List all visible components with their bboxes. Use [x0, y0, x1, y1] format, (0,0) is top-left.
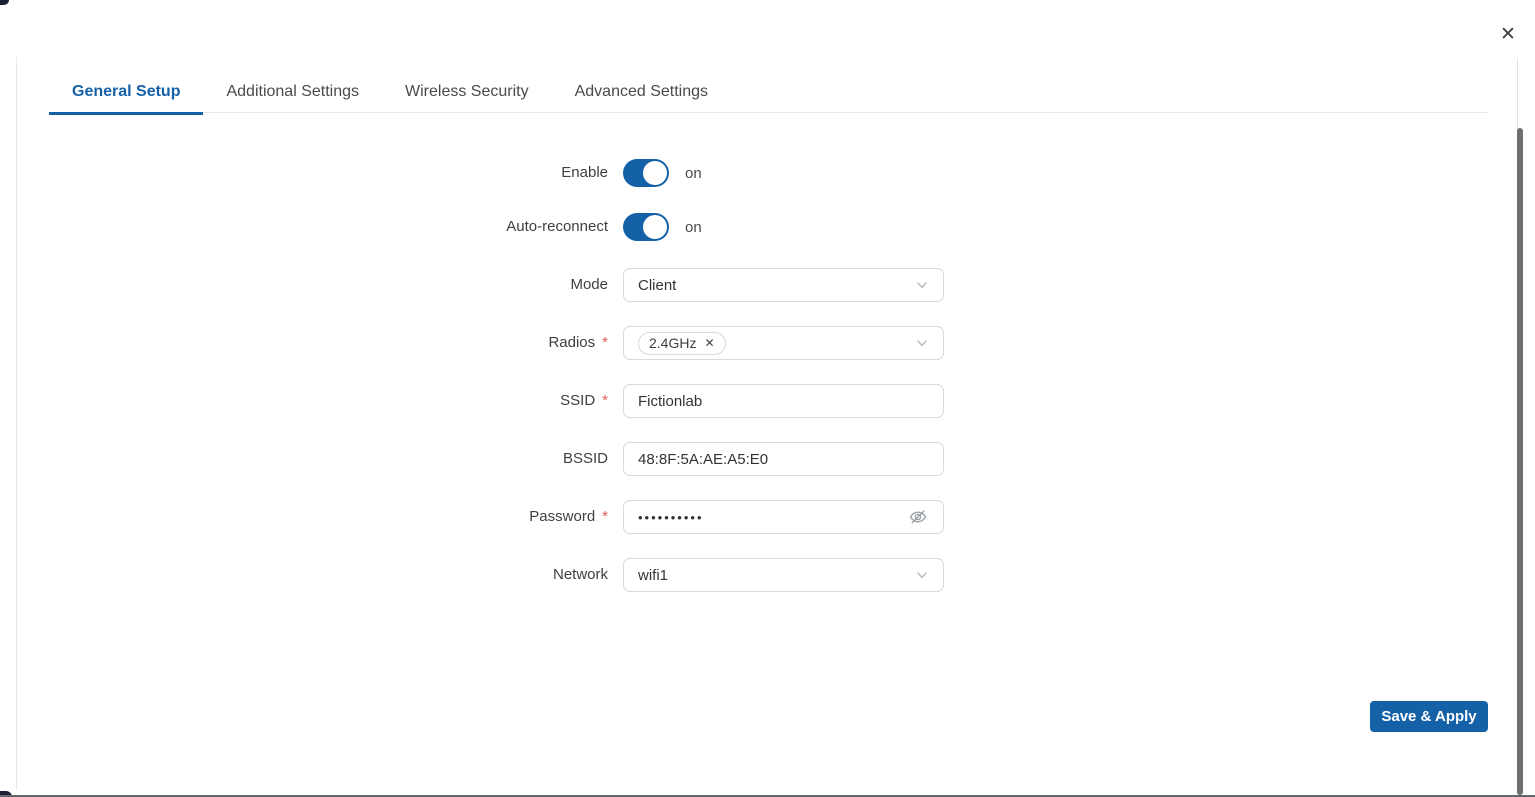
chevron-down-icon: [915, 336, 929, 350]
scrollbar-thumb[interactable]: [1517, 128, 1523, 795]
tab-bar: General Setup Additional Settings Wirele…: [49, 71, 1489, 113]
enable-label: Enable: [0, 163, 608, 183]
mode-label: Mode: [0, 275, 608, 295]
close-icon[interactable]: ✕: [1495, 21, 1521, 47]
tab-wireless-security[interactable]: Wireless Security: [382, 71, 552, 113]
eye-off-icon: [907, 508, 929, 526]
radios-multiselect[interactable]: 2.4GHz ✕: [623, 326, 944, 360]
radios-row: 2.4GHz ✕: [623, 326, 944, 360]
password-input[interactable]: [638, 501, 907, 533]
enable-row: on: [623, 159, 702, 187]
bssid-row: [623, 442, 944, 476]
mode-selected-value: Client: [638, 277, 676, 294]
tab-additional-settings[interactable]: Additional Settings: [203, 71, 382, 113]
password-field-wrap: [623, 500, 944, 534]
chevron-down-icon: [915, 568, 929, 582]
enable-state-text: on: [685, 165, 702, 182]
ssid-input[interactable]: [638, 385, 929, 417]
auto-reconnect-row: on: [623, 213, 702, 241]
password-visibility-toggle[interactable]: [907, 508, 929, 526]
bssid-field-wrap: [623, 442, 944, 476]
auto-reconnect-toggle[interactable]: [623, 213, 669, 241]
bssid-label: BSSID: [0, 449, 608, 469]
required-asterisk: *: [602, 334, 608, 351]
mode-select[interactable]: Client: [623, 268, 944, 302]
auto-reconnect-state-text: on: [685, 219, 702, 236]
radio-tag-label: 2.4GHz: [649, 335, 696, 351]
bssid-input[interactable]: [638, 443, 929, 475]
tab-general-setup[interactable]: General Setup: [49, 71, 203, 113]
required-asterisk: *: [602, 392, 608, 409]
tab-advanced-settings[interactable]: Advanced Settings: [552, 71, 731, 113]
tag-remove-icon[interactable]: ✕: [704, 337, 714, 349]
network-row: wifi1: [623, 558, 944, 592]
network-select[interactable]: wifi1: [623, 558, 944, 592]
network-selected-value: wifi1: [638, 567, 668, 584]
save-apply-button[interactable]: Save & Apply: [1370, 701, 1488, 732]
password-row: [623, 500, 944, 534]
mode-row: Client: [623, 268, 944, 302]
radios-label: Radios*: [0, 333, 608, 353]
enable-toggle[interactable]: [623, 159, 669, 187]
network-label: Network: [0, 565, 608, 585]
chevron-down-icon: [915, 278, 929, 292]
toggle-knob: [643, 161, 667, 185]
ssid-row: [623, 384, 944, 418]
ssid-label: SSID*: [0, 391, 608, 411]
page-corner-top-left: [0, 0, 9, 5]
auto-reconnect-label: Auto-reconnect: [0, 217, 608, 237]
toggle-knob: [643, 215, 667, 239]
required-asterisk: *: [602, 508, 608, 525]
ssid-field-wrap: [623, 384, 944, 418]
radio-tag: 2.4GHz ✕: [638, 332, 726, 355]
password-label: Password*: [0, 507, 608, 527]
